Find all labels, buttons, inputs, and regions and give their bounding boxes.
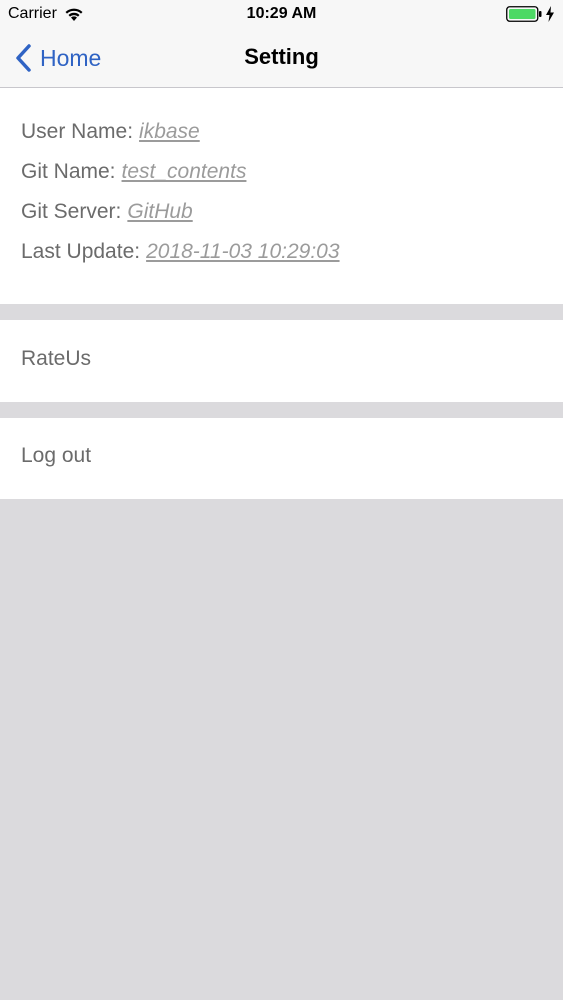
account-info-section: User Name: ikbase Git Name: test_contents … — [0, 88, 563, 304]
git-server-label: Git Server: — [21, 200, 122, 223]
rate-us-label: RateUs — [21, 347, 92, 370]
user-name-value[interactable]: ikbase — [139, 120, 200, 143]
git-server-row: Git Server: GitHub — [21, 200, 193, 224]
user-name-row: User Name: ikbase — [21, 120, 200, 144]
git-name-row: Git Name: test_contents — [21, 160, 246, 184]
rate-us-cell[interactable]: RateUs — [0, 320, 563, 402]
last-update-row: Last Update: 2018-11-03 10:29:03 — [21, 240, 340, 264]
git-name-label: Git Name: — [21, 160, 116, 183]
status-time: 10:29 AM — [246, 5, 317, 22]
battery-icon — [506, 6, 542, 22]
page-title: Setting — [244, 44, 319, 69]
last-update-label: Last Update: — [21, 240, 141, 263]
battery-group — [506, 6, 555, 22]
log-out-cell[interactable]: Log out — [0, 418, 563, 499]
bolt-icon — [546, 6, 554, 22]
git-name-value[interactable]: test_contents — [122, 160, 247, 183]
status-bar: Carrier 10:29 AM — [0, 0, 563, 30]
git-server-value[interactable]: GitHub — [127, 200, 192, 223]
log-out-label: Log out — [21, 444, 92, 467]
last-update-value[interactable]: 2018-11-03 10:29:03 — [146, 240, 339, 263]
navigation-bar: Home Setting — [0, 30, 563, 88]
user-name-label: User Name: — [21, 120, 134, 143]
